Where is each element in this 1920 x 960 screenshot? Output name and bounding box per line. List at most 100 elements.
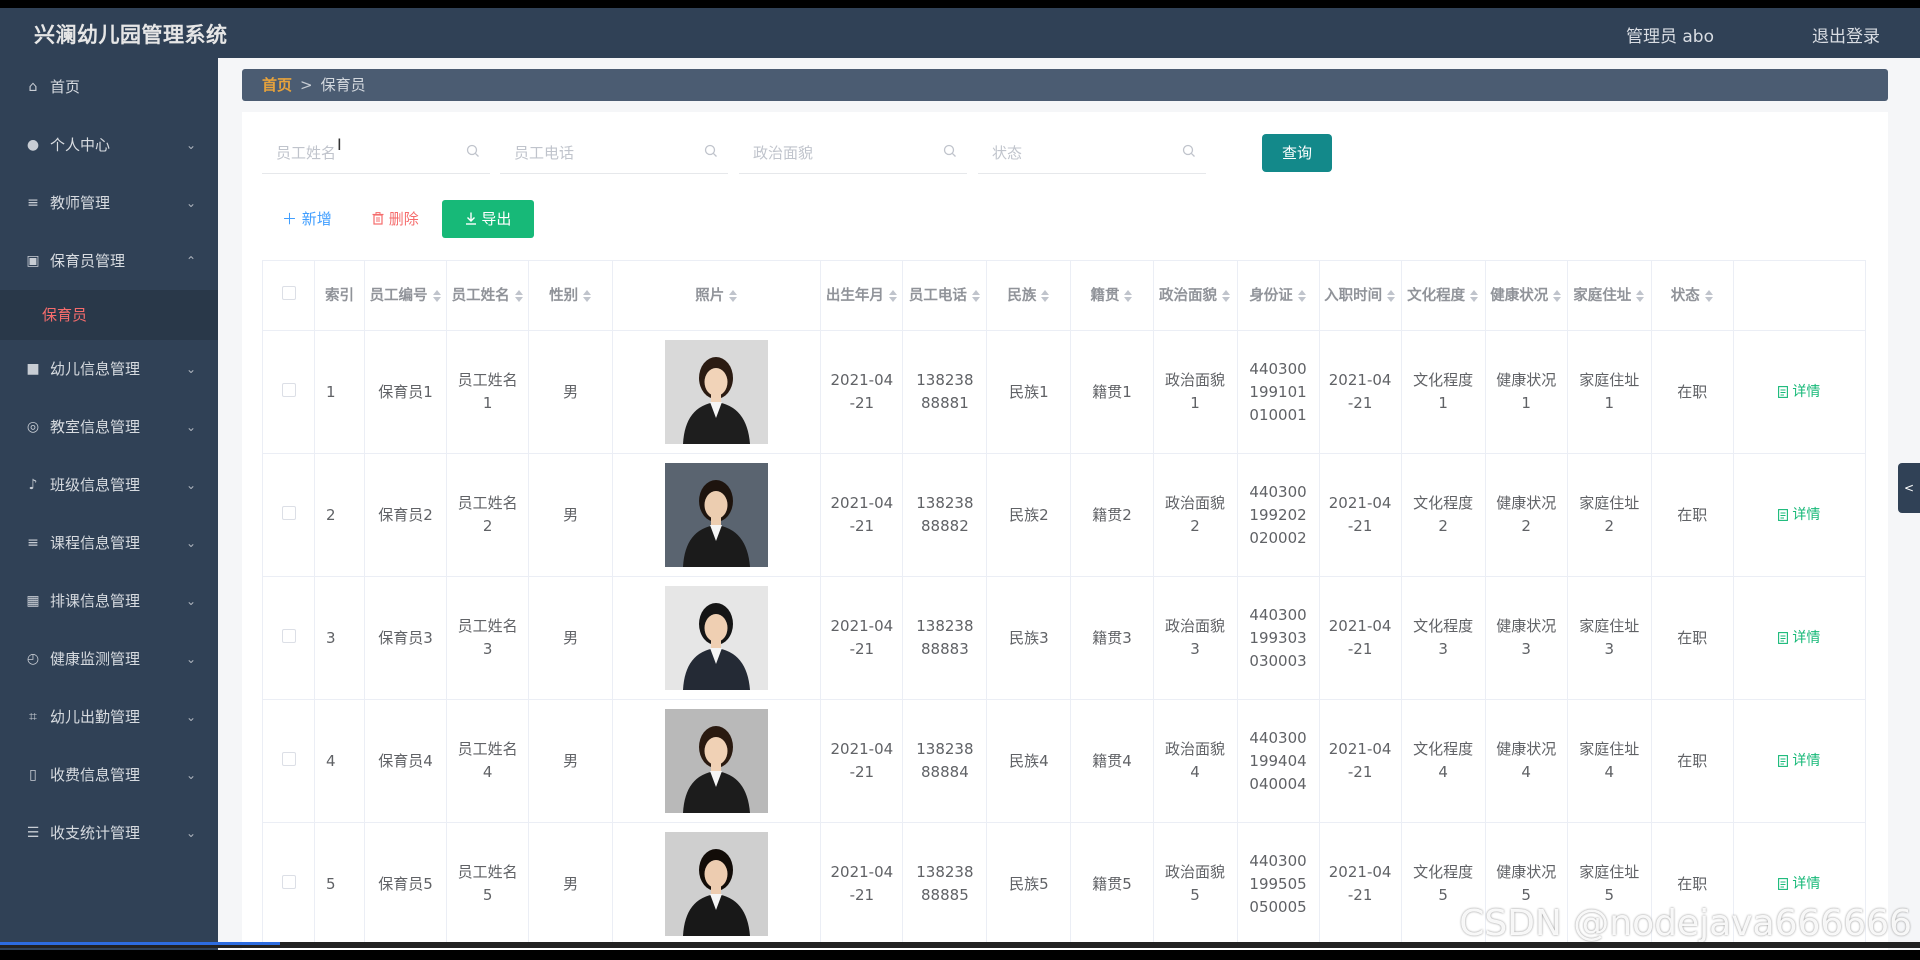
sidebar-item[interactable]: ■ 幼儿信息管理 ⌄: [0, 340, 218, 398]
row-checkbox[interactable]: [281, 751, 296, 766]
column-header[interactable]: 家庭住址: [1566, 260, 1652, 331]
column-header[interactable]: 出生年月: [820, 260, 904, 331]
column-header-label: 员工姓名: [451, 287, 510, 304]
cell-origin: 籍贯1: [1070, 330, 1154, 454]
row-select-cell: [261, 330, 316, 454]
sidebar-item-label: 班级信息管理: [50, 476, 141, 494]
column-header[interactable]: 身份证: [1236, 260, 1320, 331]
cell-education: 文化程度1: [1400, 330, 1486, 454]
cell-id_card: 440300199404040004: [1236, 699, 1320, 823]
sort-caret-icon[interactable]: [1123, 289, 1133, 302]
sort-caret-icon[interactable]: [888, 289, 898, 302]
row-checkbox[interactable]: [281, 874, 296, 889]
cell-origin: 籍贯5: [1070, 822, 1154, 946]
sidebar-item[interactable]: ≡ 课程信息管理 ⌄: [0, 514, 218, 572]
sidebar-subitem-active[interactable]: 保育员: [0, 290, 218, 340]
chevron-up-icon: ⌃: [185, 254, 196, 268]
sidebar-item-label: 保育员管理: [50, 252, 126, 270]
sort-caret-icon[interactable]: [1221, 289, 1231, 302]
cell-join: 2021-04-21: [1318, 453, 1402, 577]
cell-name: 员工姓名4: [446, 699, 530, 823]
photo-cell: [612, 822, 822, 946]
sort-caret-icon[interactable]: [1386, 289, 1396, 302]
sort-caret-icon[interactable]: [728, 289, 738, 302]
name-search-input[interactable]: [262, 134, 462, 172]
row-checkbox[interactable]: [281, 628, 296, 643]
sidebar-item[interactable]: ▯ 收费信息管理 ⌄: [0, 746, 218, 804]
sort-caret-icon[interactable]: [971, 289, 981, 302]
detail-button[interactable]: 详情: [1778, 507, 1820, 523]
sidebar-item[interactable]: ▣ 保育员管理 ⌃: [0, 232, 218, 290]
detail-button[interactable]: 详情: [1778, 630, 1820, 646]
delete-button[interactable]: 删除: [354, 200, 430, 238]
sidebar-item[interactable]: ⌗ 幼儿出勤管理 ⌄: [0, 688, 218, 746]
breadcrumb-current: 保育员: [320, 76, 366, 94]
sidebar-item[interactable]: ▦ 排课信息管理 ⌄: [0, 572, 218, 630]
add-button[interactable]: ＋ 新增: [262, 200, 352, 238]
column-header[interactable]: 员工编号: [364, 260, 448, 331]
status-search-input[interactable]: [978, 134, 1178, 172]
row-checkbox[interactable]: [281, 505, 296, 520]
sidebar-item[interactable]: ⌂ 首页: [0, 58, 218, 116]
document-icon: [1778, 755, 1789, 767]
sort-caret-icon[interactable]: [1469, 289, 1479, 302]
cell-health-value: 健康状况3: [1496, 617, 1557, 658]
cell-origin: 籍贯4: [1070, 699, 1154, 823]
cell-health: 健康状况1: [1484, 330, 1568, 454]
sidebar-item[interactable]: ● 个人中心 ⌄: [0, 116, 218, 174]
breadcrumb-home[interactable]: 首页: [262, 76, 292, 94]
column-header[interactable]: 性别: [528, 260, 614, 331]
folder-icon: ▣: [26, 253, 40, 269]
row-select-cell: [261, 699, 316, 823]
detail-button[interactable]: 详情: [1778, 384, 1820, 400]
column-header[interactable]: 入职时间: [1318, 260, 1402, 331]
column-header[interactable]: 员工姓名: [446, 260, 530, 331]
sidebar-item[interactable]: ☰ 收支统计管理 ⌄: [0, 804, 218, 862]
sort-caret-icon[interactable]: [1040, 289, 1050, 302]
detail-button[interactable]: 详情: [1778, 753, 1820, 769]
detail-button[interactable]: 详情: [1778, 876, 1820, 892]
phone-icon: ▯: [29, 767, 37, 783]
column-header[interactable]: 状态: [1650, 260, 1734, 331]
query-button[interactable]: 查询: [1262, 134, 1332, 172]
export-button[interactable]: 导出: [442, 200, 534, 238]
search-icon: [1182, 144, 1195, 157]
sliders-icon: ☰: [26, 825, 40, 841]
column-header[interactable]: 民族: [986, 260, 1072, 331]
sort-caret-icon[interactable]: [514, 289, 524, 302]
column-header[interactable]: 文化程度: [1400, 260, 1486, 331]
sort-caret-icon[interactable]: [582, 289, 592, 302]
column-header[interactable]: 照片: [612, 260, 822, 331]
cell-join-value: 2021-04-21: [1328, 863, 1392, 904]
cell-join: 2021-04-21: [1318, 576, 1402, 700]
politics-search-input[interactable]: [739, 134, 939, 172]
sort-caret-icon[interactable]: [1297, 289, 1307, 302]
cell-address-value: 家庭住址4: [1579, 740, 1640, 781]
cell-id_card: 440300199202020002: [1236, 453, 1320, 577]
sidebar-item[interactable]: ♪ 班级信息管理 ⌄: [0, 456, 218, 514]
chevron-down-icon: ⌄: [185, 478, 196, 492]
row-actions-cell: 详情: [1732, 330, 1867, 454]
document-icon: [1778, 509, 1789, 521]
sort-caret-icon[interactable]: [1552, 289, 1562, 302]
cell-join: 2021-04-21: [1318, 822, 1402, 946]
sidebar-item[interactable]: ≡ 教师管理 ⌄: [0, 174, 218, 232]
sidebar-item[interactable]: ◎ 教室信息管理 ⌄: [0, 398, 218, 456]
column-header[interactable]: 籍贯: [1070, 260, 1154, 331]
column-header[interactable]: 健康状况: [1484, 260, 1568, 331]
cell-status: 在职: [1650, 330, 1734, 454]
sort-caret-icon[interactable]: [432, 289, 442, 302]
row-checkbox[interactable]: [281, 382, 296, 397]
select-all-checkbox[interactable]: [281, 285, 296, 300]
phone-search-input[interactable]: [500, 134, 700, 172]
collapse-panel-tab[interactable]: <: [1898, 463, 1920, 513]
cell-join: 2021-04-21: [1318, 699, 1402, 823]
sidebar-item[interactable]: ◴ 健康监测管理 ⌄: [0, 630, 218, 688]
column-header[interactable]: 员工电话: [902, 260, 988, 331]
row-select-cell: [261, 453, 316, 577]
column-header[interactable]: 政治面貌: [1152, 260, 1238, 331]
sort-caret-icon[interactable]: [1704, 289, 1714, 302]
sort-caret-icon[interactable]: [1635, 289, 1645, 302]
cell-health: 健康状况2: [1484, 453, 1568, 577]
logout-link[interactable]: 退出登录: [1812, 22, 1880, 47]
